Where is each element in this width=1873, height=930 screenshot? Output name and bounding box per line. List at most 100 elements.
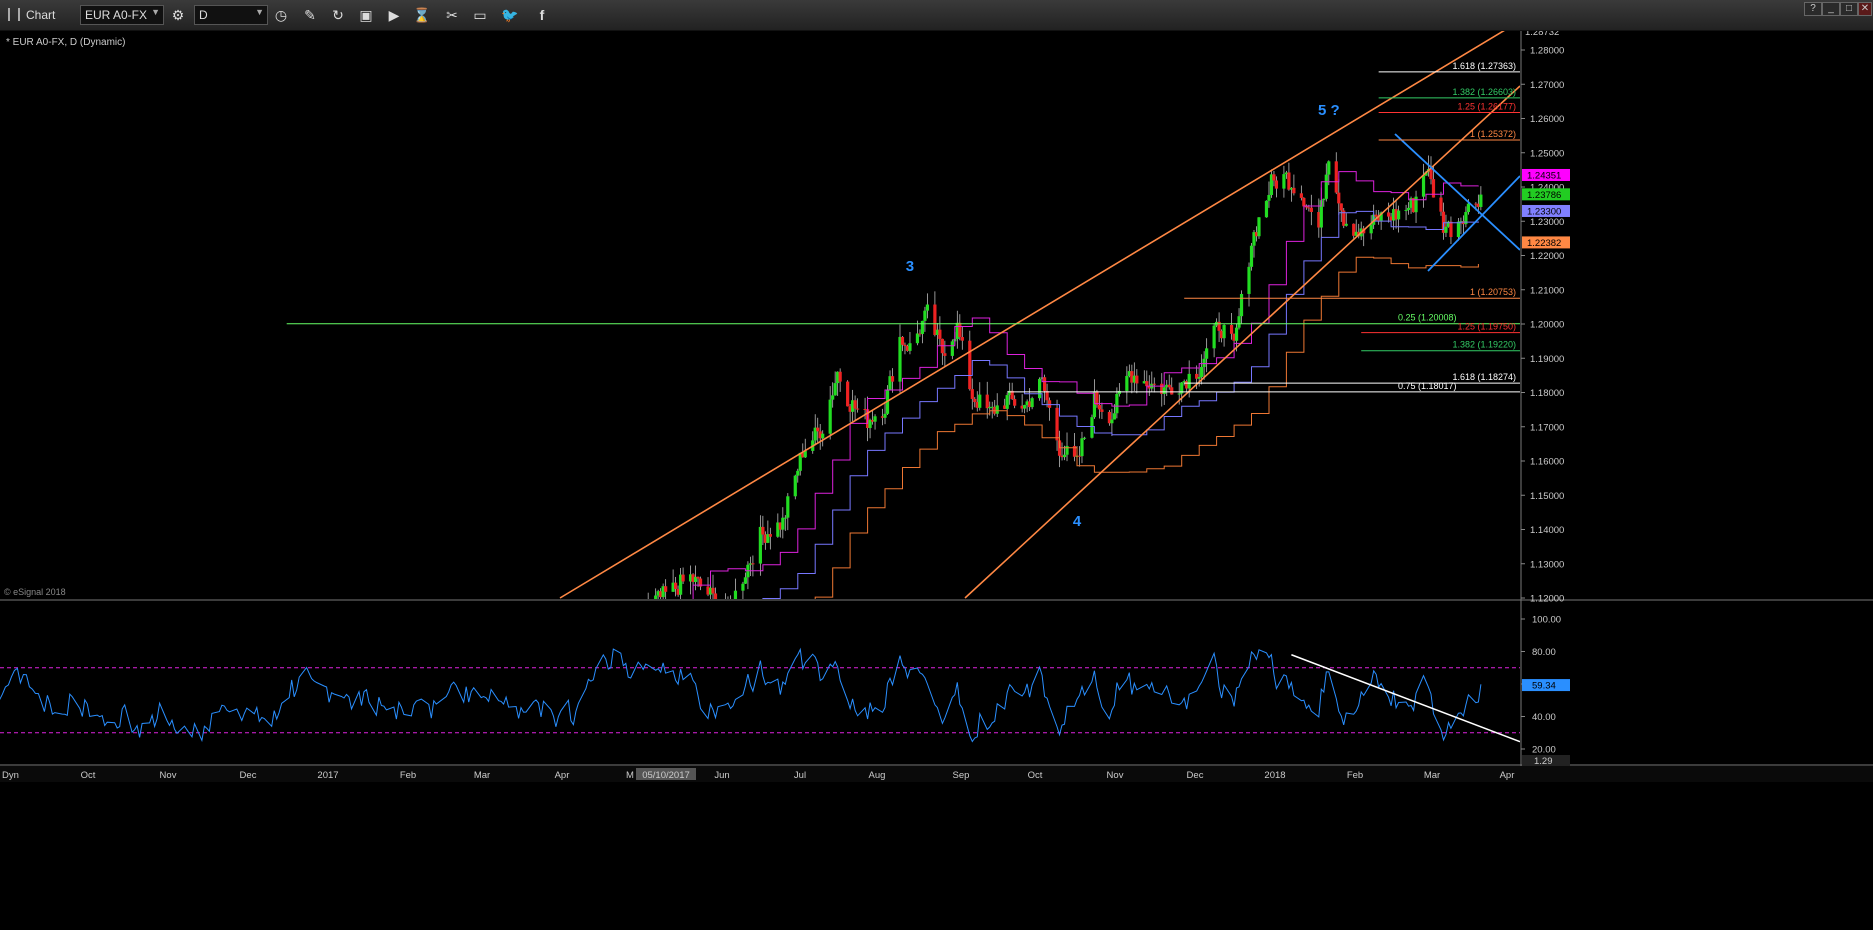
settings-icon[interactable]: ⚙ <box>168 5 188 25</box>
candle <box>828 399 832 434</box>
candle <box>1431 179 1436 198</box>
time-label: Jun <box>714 770 729 781</box>
time-label: 2017 <box>317 770 338 781</box>
hourglass-icon[interactable]: ⌛ <box>412 5 432 25</box>
candle <box>995 405 999 414</box>
candle <box>1042 377 1047 391</box>
clock-icon[interactable]: ◷ <box>271 5 291 25</box>
candle <box>968 340 972 390</box>
facebook-icon[interactable]: f <box>532 5 552 25</box>
watermark: © eSignal 2018 <box>4 587 66 597</box>
price-tick-label: 1.23000 <box>1530 217 1564 228</box>
candle <box>1304 206 1308 208</box>
time-label: Mar <box>474 770 490 781</box>
candle <box>1117 390 1121 394</box>
maximize-button[interactable]: □ <box>1840 2 1858 16</box>
time-label: Nov <box>160 770 177 781</box>
candle <box>1234 327 1239 341</box>
time-label: Oct <box>81 770 96 781</box>
candle <box>1222 324 1226 339</box>
candle <box>1322 198 1326 201</box>
comment-icon[interactable]: ▭ <box>470 5 490 25</box>
candle <box>915 333 920 344</box>
chevron-down-icon: ▼ <box>151 7 160 17</box>
candle <box>1200 366 1204 377</box>
grip-icon[interactable] <box>8 8 20 21</box>
price-tick-label: 1.16000 <box>1530 457 1564 468</box>
fib-label: 1.618 (1.27363) <box>1452 61 1516 71</box>
rsi-tick-label: 100.00 <box>1532 615 1561 626</box>
fib-label: 0.75 (1.18017) <box>1398 381 1457 391</box>
pencil-icon[interactable]: ✎ <box>300 5 320 25</box>
time-label: Nov <box>1107 770 1124 781</box>
price-tick-label: 1.22000 <box>1530 251 1564 262</box>
wave-label: 5 ? <box>1318 102 1340 119</box>
candle <box>1444 226 1448 233</box>
candle <box>1334 161 1338 193</box>
price-tick-label: 1.12000 <box>1530 594 1564 605</box>
candle <box>1369 224 1373 234</box>
candle <box>985 394 989 409</box>
fib-label: 1 (1.20753) <box>1470 287 1516 297</box>
fib-label: 0.25 (1.20008) <box>1398 313 1457 323</box>
play-icon[interactable]: ▶ <box>384 5 404 25</box>
candle <box>786 496 790 518</box>
refresh-icon[interactable]: ↻ <box>328 5 348 25</box>
price-axis-top: 1.28732 <box>1525 31 1559 38</box>
candle <box>1274 180 1279 189</box>
price-tick-label: 1.19000 <box>1530 354 1564 365</box>
candle <box>1030 398 1034 408</box>
time-label: Dec <box>1187 770 1204 781</box>
interval-value: D <box>199 8 208 22</box>
candle <box>873 416 877 422</box>
wave-label: 3 <box>906 258 914 275</box>
price-badge-label: 1.23786 <box>1527 190 1561 201</box>
web-icon[interactable]: ▣ <box>356 5 376 25</box>
candle <box>1065 445 1069 455</box>
candle <box>1267 194 1271 201</box>
help-button[interactable]: ? <box>1804 2 1822 16</box>
candle <box>900 336 905 345</box>
symbol-select[interactable]: EUR A0-FX ▼ <box>80 5 164 25</box>
tag-icon[interactable]: ✂ <box>442 5 462 25</box>
candle <box>1237 316 1241 328</box>
close-button[interactable]: ✕ <box>1858 2 1872 16</box>
candle <box>696 576 700 579</box>
candle <box>1145 381 1149 387</box>
minimize-button[interactable]: _ <box>1822 2 1840 16</box>
twitter-icon[interactable]: 🐦 <box>500 5 520 25</box>
candle <box>1239 293 1244 317</box>
candle <box>838 371 842 382</box>
candle <box>1479 194 1483 207</box>
candle <box>751 563 755 565</box>
candle <box>1264 200 1269 218</box>
fib-label: 1 (1.25372) <box>1470 129 1516 139</box>
candle <box>973 398 977 403</box>
candle <box>1257 217 1261 237</box>
fib-label: 1.382 (1.19220) <box>1452 340 1516 350</box>
candle <box>1110 419 1114 424</box>
candle <box>883 413 887 418</box>
rsi-tick-label: 40.00 <box>1532 712 1556 723</box>
interval-select[interactable]: D ▼ <box>194 5 268 25</box>
candle <box>1112 413 1116 420</box>
candle <box>1421 175 1426 197</box>
rsi-tick-label: 20.00 <box>1532 745 1556 756</box>
candle <box>846 381 850 407</box>
candle <box>793 475 797 497</box>
candle <box>1299 193 1303 198</box>
candle <box>1167 384 1171 388</box>
candle <box>978 394 982 408</box>
price-tick-label: 1.15000 <box>1530 491 1564 502</box>
candle <box>856 408 860 410</box>
candle <box>1082 437 1087 439</box>
candle <box>970 389 974 399</box>
candle <box>1217 321 1221 331</box>
time-corner: Dyn <box>2 770 19 781</box>
candle <box>1135 375 1139 384</box>
candle <box>1249 245 1254 267</box>
chart-canvas[interactable]: 1.618 (1.27363) 1.382 (1.26603) 1.25 (1.26… <box>0 31 1873 930</box>
candle <box>1229 324 1234 334</box>
candle <box>1187 373 1191 389</box>
candle <box>1374 214 1378 217</box>
